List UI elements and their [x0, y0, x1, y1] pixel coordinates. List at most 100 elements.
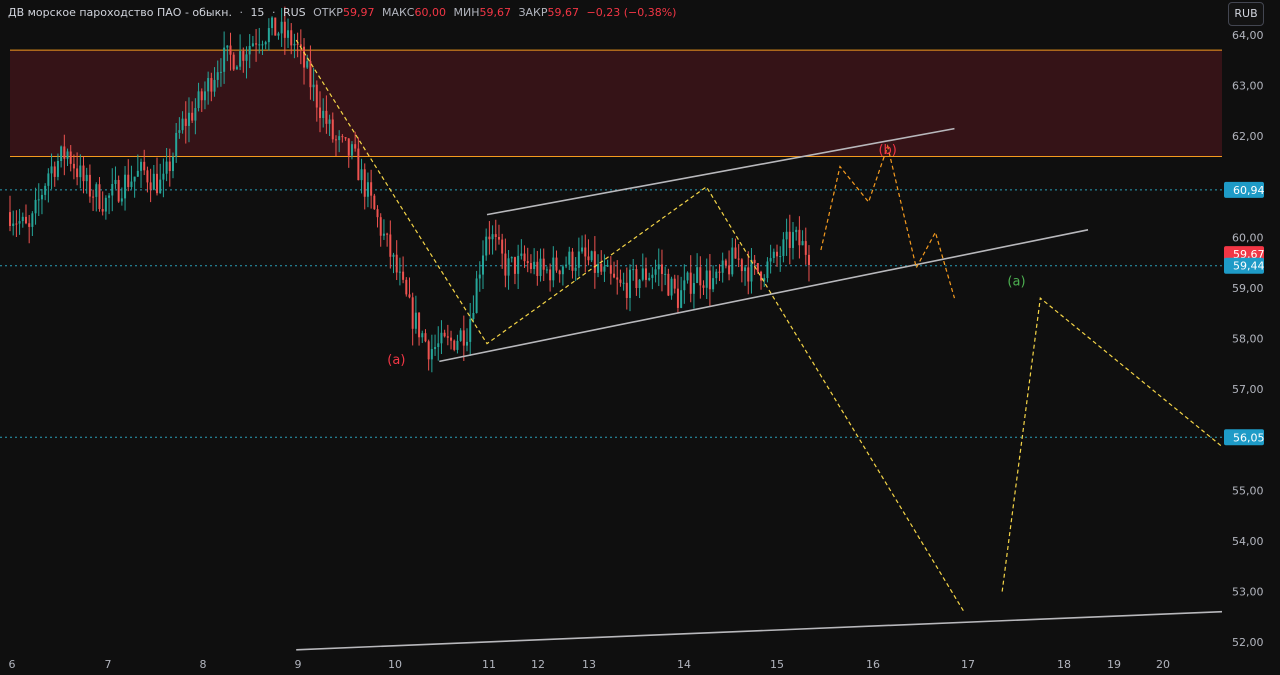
candle-body	[152, 173, 155, 190]
candle-body	[565, 264, 568, 267]
symbol-name[interactable]: ДВ морское пароходство ПАО - обыкн.	[8, 6, 232, 19]
y-tick-label: 58,00	[1232, 333, 1264, 346]
candle-body	[683, 280, 686, 291]
y-tick-label: 64,00	[1232, 29, 1264, 42]
candle-body	[283, 21, 286, 38]
candle-body	[625, 282, 628, 298]
candle-body	[18, 221, 21, 224]
candle-body	[140, 161, 143, 171]
candle-body	[724, 260, 727, 266]
candle-body	[370, 182, 373, 196]
candle-body	[280, 21, 283, 34]
candle-body	[418, 312, 421, 338]
candle-body	[290, 30, 293, 46]
candle-body	[271, 17, 274, 29]
candle-body	[360, 169, 363, 181]
candle-body	[731, 247, 734, 275]
candle-body	[379, 217, 382, 236]
candle-body	[354, 144, 357, 149]
candle-body	[411, 297, 414, 329]
candle-body	[178, 130, 181, 133]
price-axis: 64,0063,0062,0061,0060,0059,0058,0057,00…	[1222, 0, 1280, 675]
candle-body	[12, 223, 15, 227]
candle-body	[632, 269, 635, 271]
candle-body	[392, 254, 395, 257]
candle-body	[430, 349, 433, 360]
candle-body	[507, 258, 510, 276]
candle-body	[82, 165, 85, 182]
candle-body	[382, 233, 385, 236]
badge-value: 56,05	[1233, 431, 1265, 444]
candle-body	[756, 263, 759, 272]
candle-body	[328, 119, 331, 124]
candle-body	[101, 209, 104, 212]
candle-body	[450, 337, 453, 341]
candle-body	[427, 341, 430, 360]
candle-body	[542, 258, 545, 270]
candle-body	[408, 294, 411, 298]
candle-body	[405, 279, 408, 295]
candle-body	[258, 44, 261, 46]
candle-body	[226, 45, 229, 48]
candle-body	[76, 168, 79, 178]
candle-body	[114, 179, 117, 184]
candle-body	[737, 258, 740, 260]
candle-body	[309, 61, 312, 88]
candle-body	[216, 72, 219, 80]
x-tick-label: 13	[582, 658, 596, 671]
candle-body	[651, 274, 654, 278]
candle-body	[331, 119, 334, 140]
candle-body	[558, 270, 561, 275]
candle-body	[728, 265, 731, 275]
candle-body	[740, 259, 743, 272]
chart-canvas[interactable]: (a)(b)(a)(b)64,0063,0062,0061,0060,0059,…	[0, 0, 1280, 675]
channel-line-2	[439, 229, 1089, 363]
candle-body	[791, 232, 794, 248]
candle-body	[462, 330, 465, 346]
candle-body	[434, 347, 437, 350]
candle-body	[47, 173, 50, 186]
candle-body	[66, 151, 69, 159]
x-tick-label: 18	[1057, 658, 1071, 671]
time-axis: 6 7 8 9 10 11 12 13 14 15 16 17 18 19 20	[9, 658, 1171, 671]
candle-body	[274, 17, 277, 36]
x-tick-label: 17	[961, 658, 975, 671]
x-tick-label: 14	[677, 658, 691, 671]
badge-value: 60,94	[1233, 184, 1265, 197]
candle-body	[494, 234, 497, 238]
currency-button[interactable]: RUB	[1228, 2, 1264, 26]
symbol-legend: ДВ морское пароходство ПАО - обыкн. · 15…	[8, 6, 680, 19]
separator: ·	[271, 6, 276, 19]
candle-body	[644, 268, 647, 280]
level-price-badge: 56,05	[1224, 429, 1265, 446]
candle-body	[501, 239, 504, 254]
candle-body	[533, 261, 536, 269]
change-value: −0,23 (−0,38%)	[586, 6, 677, 19]
candle-body	[111, 183, 114, 196]
candle-body	[485, 236, 488, 256]
candle-body	[277, 33, 280, 36]
candle-body	[590, 251, 593, 261]
candle-body	[785, 231, 788, 240]
candle-body	[622, 282, 625, 284]
candle-body	[721, 260, 724, 273]
candle-body	[325, 110, 328, 124]
candle-body	[245, 54, 248, 61]
candle-body	[715, 271, 718, 279]
candle-body	[712, 278, 715, 290]
open-label: ОТКР	[313, 6, 343, 19]
candle-body	[88, 174, 91, 197]
candle-body	[472, 312, 475, 320]
candle-body	[744, 267, 747, 272]
candle-body	[386, 233, 389, 235]
wave-label: (b)	[878, 143, 896, 158]
candle-body	[443, 332, 446, 337]
candle-body	[734, 247, 737, 259]
candle-body	[15, 223, 18, 225]
candle-body	[21, 216, 24, 222]
candle-body	[497, 237, 500, 240]
candle-body	[446, 336, 449, 338]
interval-label[interactable]: 15	[250, 6, 264, 19]
x-tick-label: 19	[1107, 658, 1121, 671]
x-tick-label: 10	[388, 658, 402, 671]
